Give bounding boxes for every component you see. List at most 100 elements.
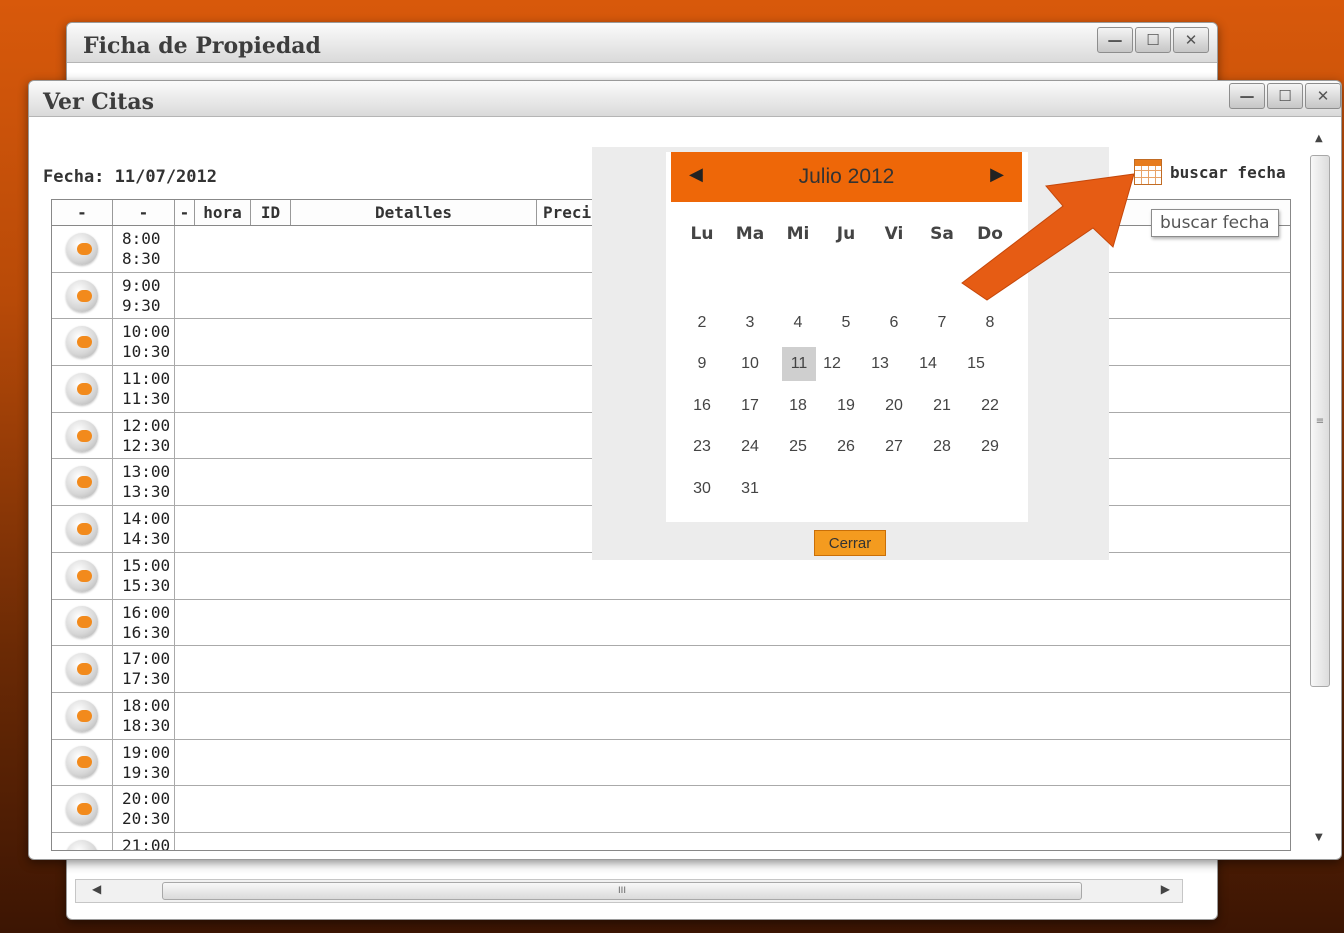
calendar-day[interactable]: 31 — [726, 472, 774, 506]
column-header-action[interactable]: - — [52, 200, 113, 225]
row-action-cell[interactable] — [52, 459, 113, 506]
row-action-cell[interactable] — [52, 412, 113, 459]
calendar-day[interactable]: 18 — [774, 389, 822, 423]
calendar-day[interactable]: 30 — [678, 472, 726, 506]
table-row[interactable]: 21:00 — [52, 832, 1290, 850]
row-action-cell[interactable] — [52, 552, 113, 599]
row-action-cell[interactable] — [52, 226, 113, 272]
calendar-day[interactable]: 14 — [904, 347, 952, 381]
scroll-up-icon[interactable]: ▲ — [1315, 133, 1323, 144]
scroll-down-icon[interactable]: ▼ — [1315, 832, 1323, 843]
scroll-thumb[interactable]: ≡ — [1310, 155, 1330, 687]
row-action-cell[interactable] — [52, 832, 113, 850]
time-cell: 13:00 13:30 — [113, 459, 175, 506]
calendar-day[interactable]: 20 — [870, 389, 918, 423]
calendar-day[interactable]: 22 — [966, 389, 1014, 423]
citas-title-bar[interactable]: Ver Citas — ☐ ✕ — [29, 81, 1341, 117]
chat-bubble-icon[interactable] — [66, 232, 98, 265]
next-month-icon[interactable]: ▶ — [990, 164, 1004, 185]
calendar-day[interactable]: 6 — [870, 306, 918, 340]
chat-bubble-icon[interactable] — [66, 419, 98, 452]
column-header-precio[interactable]: Preci — [537, 200, 597, 225]
maximize-button[interactable]: ☐ — [1267, 83, 1303, 109]
table-row[interactable]: 17:00 17:30 — [52, 646, 1290, 693]
calendar-day[interactable]: 1 — [966, 264, 1014, 298]
calendar-icon[interactable] — [1134, 159, 1162, 185]
chat-bubble-icon[interactable] — [66, 653, 98, 686]
time-end: 9:30 — [122, 295, 161, 315]
vertical-scrollbar[interactable]: ▲ ≡ ▼ — [1309, 127, 1331, 849]
column-header-dash[interactable]: - — [175, 200, 195, 225]
chat-bubble-icon[interactable] — [66, 372, 98, 405]
time-end: 14:30 — [122, 529, 171, 549]
calendar-day[interactable]: 12 — [808, 347, 856, 381]
calendar-day[interactable]: 29 — [966, 430, 1014, 464]
buscar-fecha-label[interactable]: buscar fecha — [1170, 163, 1286, 182]
calendar-day[interactable]: 19 — [822, 389, 870, 423]
prev-month-icon[interactable]: ◀ — [689, 164, 703, 185]
row-action-cell[interactable] — [52, 599, 113, 646]
table-row[interactable]: 20:00 20:30 — [52, 786, 1290, 833]
row-action-cell[interactable] — [52, 739, 113, 786]
row-action-cell[interactable] — [52, 692, 113, 739]
row-action-cell[interactable] — [52, 646, 113, 692]
buscar-fecha-control[interactable]: buscar fecha — [1134, 159, 1286, 185]
chat-bubble-icon[interactable] — [66, 559, 98, 592]
calendar-day[interactable]: 28 — [918, 430, 966, 464]
row-action-cell[interactable] — [52, 319, 113, 366]
calendar-day[interactable]: 27 — [870, 430, 918, 464]
column-header-time[interactable]: - — [113, 200, 175, 225]
minimize-button[interactable]: — — [1097, 27, 1133, 53]
calendar-day[interactable]: 9 — [678, 347, 726, 381]
close-button[interactable]: ✕ — [1305, 83, 1341, 109]
chat-bubble-icon[interactable] — [66, 326, 98, 359]
calendar-day[interactable]: 10 — [726, 347, 774, 381]
calendar-day[interactable]: 24 — [726, 430, 774, 464]
column-header-detalles[interactable]: Detalles — [291, 200, 537, 225]
chat-bubble-icon[interactable] — [66, 606, 98, 639]
chat-bubble-icon[interactable] — [66, 839, 98, 850]
row-action-cell[interactable] — [52, 272, 113, 319]
scroll-left-icon[interactable]: ◀ — [92, 882, 101, 896]
scroll-right-icon[interactable]: ▶ — [1161, 882, 1170, 896]
calendar-day[interactable]: 16 — [678, 389, 726, 423]
close-button[interactable]: ✕ — [1173, 27, 1209, 53]
maximize-button[interactable]: ☐ — [1135, 27, 1171, 53]
scroll-thumb[interactable]: III — [162, 882, 1082, 900]
calendar-day[interactable]: 13 — [856, 347, 904, 381]
chat-bubble-icon[interactable] — [66, 746, 98, 779]
row-action-cell[interactable] — [52, 366, 113, 412]
table-row[interactable]: 16:00 16:30 — [52, 599, 1290, 647]
chat-bubble-icon[interactable] — [66, 699, 98, 732]
calendar-day[interactable]: 7 — [918, 306, 966, 340]
calendar-day[interactable]: 23 — [678, 430, 726, 464]
chat-bubble-icon[interactable] — [66, 279, 98, 312]
row-action-cell[interactable] — [52, 506, 113, 552]
table-row[interactable]: 18:00 18:30 — [52, 692, 1290, 740]
chat-bubble-icon[interactable] — [66, 793, 98, 826]
calendar-day[interactable]: 15 — [952, 347, 1000, 381]
calendar-day[interactable]: 3 — [726, 306, 774, 340]
horizontal-scrollbar[interactable]: ◀ III ▶ — [75, 879, 1183, 903]
time-start: 15:00 — [122, 555, 171, 575]
calendar-day[interactable]: 2 — [678, 306, 726, 340]
calendar-day[interactable]: 21 — [918, 389, 966, 423]
calendar-day[interactable]: 26 — [822, 430, 870, 464]
calendar-day[interactable]: 8 — [966, 306, 1014, 340]
row-action-cell[interactable] — [52, 786, 113, 832]
calendar-day[interactable]: 25 — [774, 430, 822, 464]
column-header-id[interactable]: ID — [251, 200, 291, 225]
cerrar-button[interactable]: Cerrar — [814, 530, 886, 556]
minimize-button[interactable]: — — [1229, 83, 1265, 109]
time-cell: 20:00 20:30 — [113, 786, 175, 832]
calendar-day[interactable]: 4 — [774, 306, 822, 340]
calendar-day[interactable]: 5 — [822, 306, 870, 340]
time-cell: 16:00 16:30 — [113, 599, 175, 646]
chat-bubble-icon[interactable] — [66, 466, 98, 499]
column-header-hora[interactable]: hora — [195, 200, 251, 225]
ficha-title-bar[interactable]: Ficha de Propiedad — ☐ ✕ — [67, 23, 1217, 63]
date-picker-popup: ◀ Julio 2012 ▶ Lu Ma Mi Ju Vi Sa Do 1234567891… — [592, 147, 1109, 560]
table-row[interactable]: 19:00 19:30 — [52, 739, 1290, 787]
chat-bubble-icon[interactable] — [66, 512, 98, 545]
calendar-day[interactable]: 17 — [726, 389, 774, 423]
